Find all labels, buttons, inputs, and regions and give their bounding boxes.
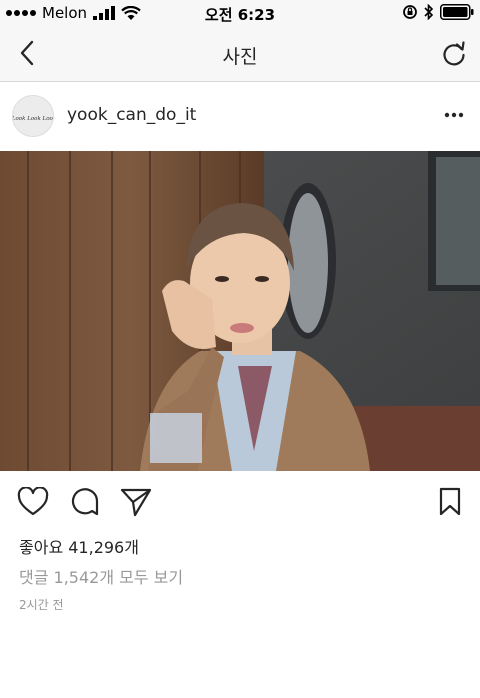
battery-icon — [440, 4, 474, 20]
orientation-lock-icon — [403, 5, 417, 19]
avatar-image: Look Look Look — [13, 96, 54, 136]
save-button[interactable] — [432, 482, 468, 522]
page-title: 사진 — [222, 46, 258, 68]
comment-icon — [71, 488, 99, 516]
more-options-button[interactable] — [442, 105, 466, 125]
post-timestamp: 2시간 전 — [19, 598, 64, 612]
refresh-button[interactable] — [438, 38, 470, 70]
send-icon — [120, 488, 152, 517]
comment-button[interactable] — [67, 482, 103, 522]
share-button[interactable] — [118, 482, 154, 522]
view-all-comments-link[interactable]: 댓글 1,542개 모두 보기 — [19, 564, 183, 588]
bluetooth-icon — [424, 4, 434, 20]
like-button[interactable] — [15, 482, 51, 522]
svg-text:Look Look Look: Look Look Look — [13, 116, 54, 122]
post-username[interactable]: yook_can_do_it — [67, 105, 196, 125]
avatar[interactable]: Look Look Look — [12, 95, 54, 137]
refresh-icon — [443, 41, 465, 66]
heart-icon — [17, 487, 49, 516]
post-photo[interactable] — [0, 151, 480, 471]
bookmark-icon — [439, 487, 461, 516]
post-header: Look Look Look yook_can_do_it — [0, 83, 480, 151]
like-count[interactable]: 좋아요 41,296개 — [19, 534, 139, 558]
status-bar: Melon 오전 6:23 — [0, 0, 480, 26]
more-horizontal-icon — [444, 112, 464, 118]
status-right — [402, 4, 474, 20]
post-photo-image — [0, 151, 480, 471]
navigation-bar: 사진 — [0, 26, 480, 82]
post-actions — [0, 482, 480, 522]
